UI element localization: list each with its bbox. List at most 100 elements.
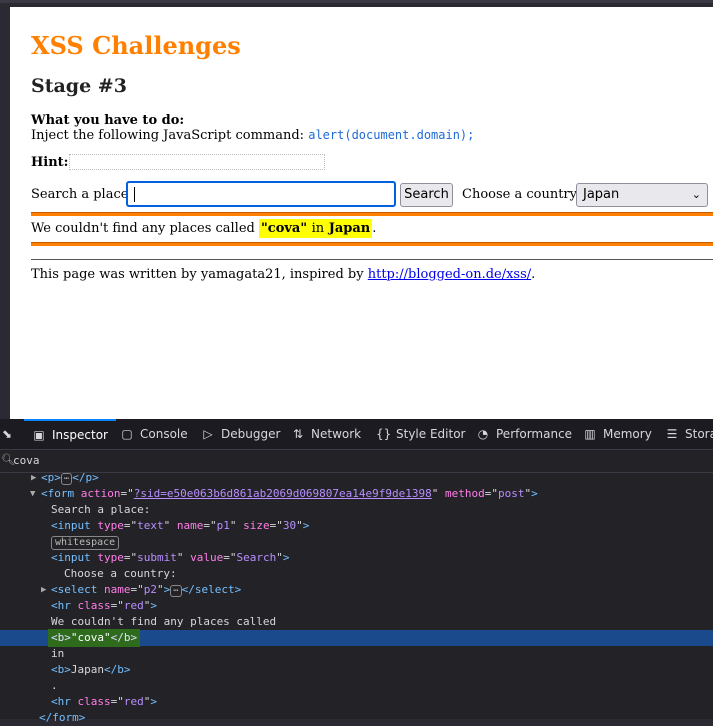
markup-line[interactable]: ▼ <form action="?sid=e50e063b6d861ab2069…: [0, 486, 713, 502]
markup-line[interactable]: ▶ <select name="p2"> ⋯ </select>: [0, 582, 713, 598]
tag: <p>: [41, 471, 61, 484]
expand-arrow-icon[interactable]: ▶: [31, 470, 36, 486]
page-content: XSS Challenges Stage #3 What you have to…: [10, 7, 713, 419]
highlighted-result: "cova" in Japan: [259, 219, 373, 238]
tag: form: [47, 487, 75, 500]
attr-value: 30: [282, 519, 297, 532]
attr-value: red: [123, 599, 144, 612]
debugger-icon: ▷: [203, 427, 213, 441]
search-query: cova: [13, 454, 40, 467]
tab-label: Stora: [685, 427, 713, 441]
tab-debugger[interactable]: ▷ Debugger: [201, 419, 280, 449]
pick-element-button[interactable]: ⬊: [0, 419, 20, 449]
text-node: Japan: [70, 663, 104, 676]
memory-icon: ▥: [584, 427, 596, 441]
collapse-arrow-icon[interactable]: ▼: [30, 486, 35, 502]
tab-console[interactable]: ▢ Console: [120, 419, 188, 449]
attr-value: red: [123, 695, 144, 708]
tab-storage[interactable]: ☰ Stora: [665, 419, 713, 449]
inject-code: alert(document.domain);: [308, 128, 475, 142]
tag: hr: [57, 599, 71, 612]
markup-line[interactable]: <hr class="red">: [0, 694, 713, 710]
text-node: Choose a country:: [64, 567, 177, 580]
search-input[interactable]: [126, 181, 396, 207]
text-node: .: [51, 679, 58, 692]
attr-name: type: [97, 551, 124, 564]
hint-box[interactable]: [69, 154, 325, 170]
attr-name: name: [104, 583, 131, 596]
inspector-icon: ▣: [33, 428, 45, 442]
tab-label: Debugger: [221, 427, 281, 441]
attr-value[interactable]: ?sid=e50e063b6d861ab2069d069807ea14e9f9d…: [134, 487, 432, 500]
country-select[interactable]: Japan ⌄: [576, 183, 708, 207]
attr-value: text: [137, 519, 164, 532]
markup-line[interactable]: Choose a country:: [0, 566, 713, 582]
markup-line[interactable]: ▶ <p> ⋯ </p>: [0, 470, 713, 486]
tab-style-editor[interactable]: {} Style Editor: [376, 419, 465, 449]
text-node: Search a place:: [51, 503, 151, 516]
footer-text: This page was written by yamagata21, ins…: [31, 267, 364, 282]
todo-label: What you have to do:: [31, 113, 185, 128]
markup-line[interactable]: .: [0, 678, 713, 694]
tab-network[interactable]: ⇅ Network: [291, 419, 361, 449]
tab-label: Performance: [496, 427, 573, 441]
chevron-down-icon: ⌄: [691, 188, 701, 201]
attr-name: method: [445, 487, 485, 500]
tab-memory[interactable]: ▥ Memory: [583, 419, 651, 449]
result-suffix: .: [372, 221, 377, 236]
footer: This page was written by yamagata21, ins…: [31, 267, 535, 282]
attr-value: Search: [236, 551, 277, 564]
whitespace-badge: whitespace: [51, 536, 120, 550]
tab-inspector[interactable]: ▣ Inspector: [24, 419, 116, 449]
expand-arrow-icon[interactable]: ▶: [41, 582, 46, 598]
country-selected: Japan: [583, 187, 620, 202]
page-viewport: XSS Challenges Stage #3 What you have to…: [0, 0, 713, 419]
result-country: Japan: [328, 221, 371, 236]
attr-value: post: [498, 487, 525, 500]
markup-line[interactable]: in: [0, 646, 713, 662]
divider-red-top: [31, 212, 713, 216]
markup-line[interactable]: <input type="text" name="p1" size="30">: [0, 518, 713, 534]
performance-icon: ◔: [477, 427, 489, 441]
attr-name: action: [80, 487, 121, 500]
markup-line[interactable]: whitespace: [0, 534, 713, 550]
tag: </b>: [104, 663, 131, 676]
tag: <b>: [51, 631, 71, 644]
inject-text: Inject the following JavaScript command:: [31, 128, 305, 143]
footer-suffix: .: [531, 267, 536, 282]
attr-value: p2: [143, 583, 157, 596]
search-button[interactable]: Search: [400, 183, 453, 207]
attr-name: class: [77, 695, 111, 708]
attr-name: class: [77, 599, 111, 612]
markup-line[interactable]: Search a place:: [0, 502, 713, 518]
hint-label: Hint:: [31, 155, 69, 170]
attr-value: submit: [137, 551, 177, 564]
markup-line-selected[interactable]: <b>"cova"</b>: [0, 629, 713, 647]
tag: select: [194, 583, 235, 596]
tag: input: [57, 551, 91, 564]
devtools-tabbar: ⬊ ▣ Inspector ▢ Console ▷ Debugger ⇅ Network…: [0, 419, 713, 450]
tag: </form>: [39, 711, 86, 724]
markup-line[interactable]: <input type="submit" value="Search">: [0, 550, 713, 566]
markup-line[interactable]: </form>: [0, 710, 713, 726]
tab-performance[interactable]: ◔ Performance: [476, 419, 572, 449]
markup-line[interactable]: <b>Japan</b>: [0, 662, 713, 678]
result-query: "cova": [261, 221, 308, 236]
collapsed-dots-icon[interactable]: ⋯: [170, 585, 182, 597]
footer-link[interactable]: http://blogged-on.de/xss/: [368, 267, 531, 282]
tag: </p>: [72, 471, 99, 484]
tab-label: Style Editor: [396, 427, 466, 441]
result-prefix: We couldn't find any places called: [31, 221, 255, 236]
tag: </b>: [110, 631, 138, 644]
text-caret: [134, 187, 135, 202]
tab-label: Network: [311, 427, 362, 441]
markup-line[interactable]: We couldn't find any places called: [0, 614, 713, 630]
tab-label: Console: [140, 427, 188, 441]
markup-line[interactable]: <hr class="red">: [0, 598, 713, 614]
search-result: We couldn't find any places called "cova…: [31, 219, 377, 238]
attr-value: p1: [216, 519, 230, 532]
attr-name: name: [176, 519, 204, 532]
collapsed-dots-icon[interactable]: ⋯: [60, 473, 73, 485]
tab-label: Inspector: [52, 428, 108, 442]
devtools-panel: ⬊ ▣ Inspector ▢ Console ▷ Debugger ⇅ Network…: [0, 419, 713, 724]
